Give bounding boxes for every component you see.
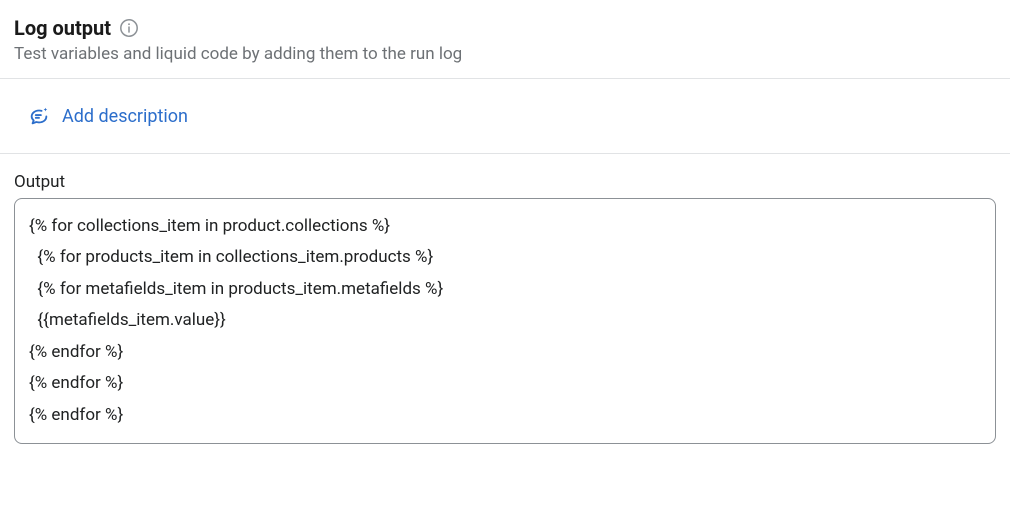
page-subtitle: Test variables and liquid code by adding… — [14, 44, 996, 64]
output-label: Output — [14, 172, 996, 192]
add-description-link[interactable]: Add description — [62, 106, 188, 127]
page-title: Log output — [14, 16, 111, 40]
output-section: Output {% for collections_item in produc… — [0, 154, 1010, 454]
speech-sparkle-icon — [28, 105, 50, 127]
output-code-input[interactable]: {% for collections_item in product.colle… — [14, 198, 996, 444]
info-icon[interactable] — [119, 18, 139, 38]
title-row: Log output — [14, 16, 996, 40]
header: Log output Test variables and liquid cod… — [0, 0, 1010, 78]
description-section: Add description — [0, 79, 1010, 153]
